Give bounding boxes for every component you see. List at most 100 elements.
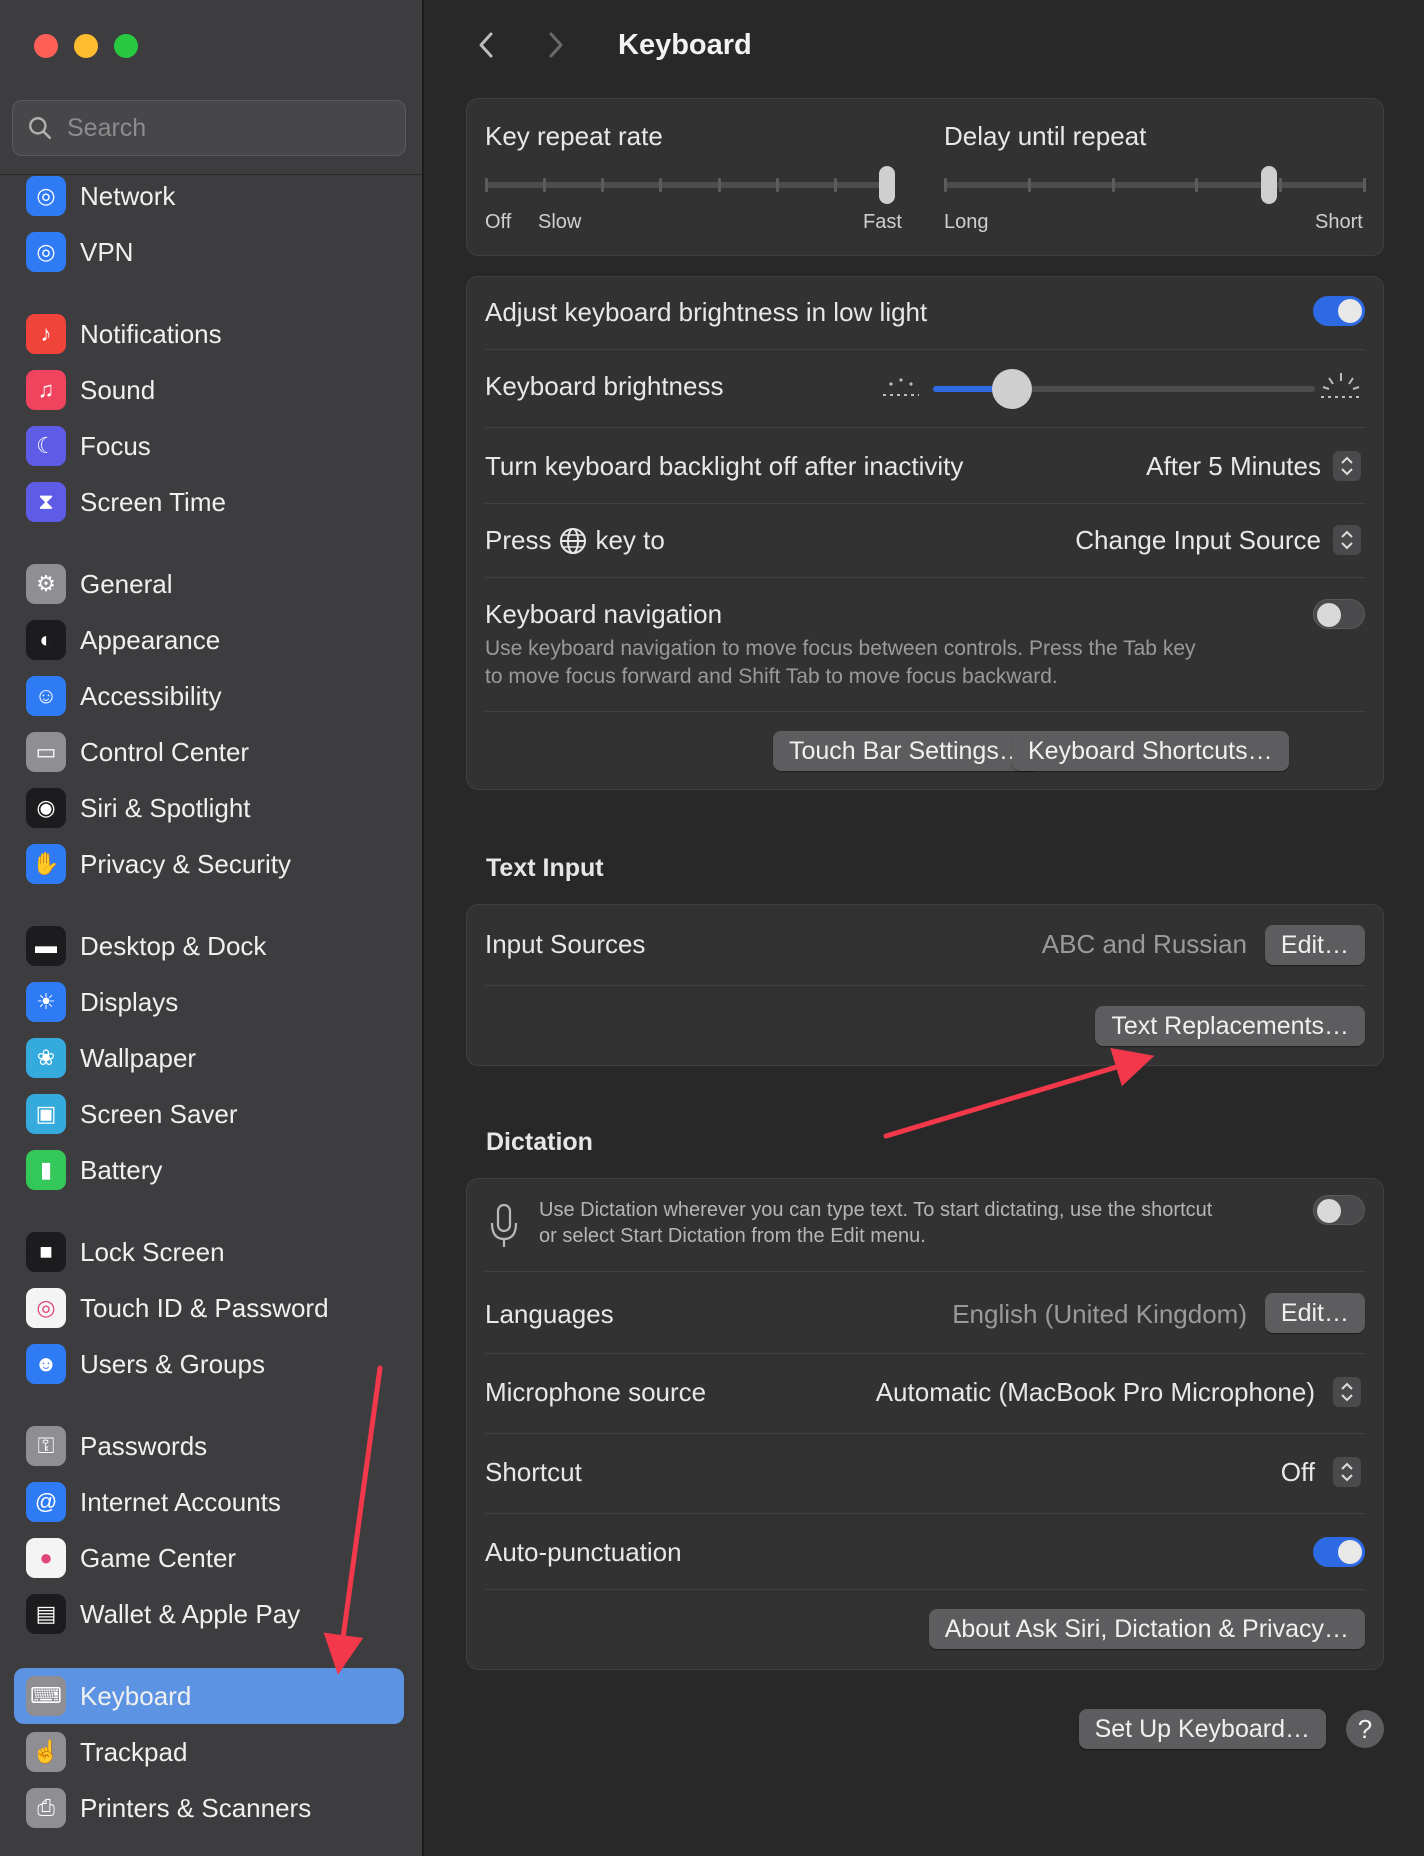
sidebar-item-focus[interactable]: ☾ Focus	[14, 418, 404, 474]
sidebar-item-label: Privacy & Security	[80, 848, 291, 879]
hourglass-icon: ⧗	[26, 482, 66, 522]
keyboard-brightness-thumb[interactable]	[992, 369, 1033, 409]
dictation-toggle[interactable]	[1313, 1195, 1365, 1225]
key-repeat-card: Key repeat rate Delay until repeat Off S…	[466, 98, 1384, 256]
sidebar-item-battery[interactable]: ▮ Battery	[14, 1142, 404, 1198]
sidebar-item-internet-accounts[interactable]: @ Internet Accounts	[14, 1474, 404, 1530]
sidebar-item-label: Control Center	[80, 736, 250, 767]
up-down-chevron-icon	[1341, 1462, 1353, 1482]
sidebar-item-label: Printers & Scanners	[80, 1792, 312, 1823]
sidebar-item-wallpaper[interactable]: ❀ Wallpaper	[14, 1030, 404, 1086]
keyboard-navigation-desc-1: Use keyboard navigation to move focus be…	[485, 637, 1196, 660]
text-replacements-button[interactable]: Text Replacements…	[1095, 1006, 1365, 1046]
languages-label: Languages	[485, 1299, 614, 1329]
sidebar-item-label: VPN	[80, 236, 134, 267]
keyboard-shortcuts-button[interactable]: Keyboard Shortcuts…	[1012, 731, 1289, 771]
slider-tick	[1111, 178, 1115, 192]
sidebar-search[interactable]	[12, 100, 406, 156]
shortcut-value[interactable]: Off	[1281, 1457, 1315, 1488]
sidebar-item-passwords[interactable]: ⚿ Passwords	[14, 1418, 404, 1474]
slider-tick	[1027, 178, 1031, 192]
slider-tick	[775, 178, 779, 192]
delay-long-label: Long	[944, 211, 989, 233]
adjust-brightness-toggle[interactable]	[1313, 296, 1365, 326]
sidebar-item-sound[interactable]: ♫ Sound	[14, 362, 404, 418]
inactivity-stepper[interactable]	[1333, 451, 1361, 481]
close-window-button[interactable]	[34, 34, 58, 58]
sidebar-item-label: Appearance	[80, 624, 221, 655]
chevron-right-icon	[549, 32, 563, 58]
sidebar-item-label: Wallpaper	[80, 1042, 197, 1073]
languages-edit-button[interactable]: Edit…	[1264, 1293, 1365, 1333]
press-key-stepper[interactable]	[1333, 525, 1361, 555]
key-repeat-slider[interactable]	[485, 165, 895, 205]
sidebar-item-accessibility[interactable]: ☺ Accessibility	[14, 668, 404, 724]
screensaver-icon: ▣	[26, 1094, 66, 1134]
battery-icon: ▮	[26, 1150, 66, 1190]
backlight-inactivity-label: Turn keyboard backlight off after inacti…	[485, 451, 964, 481]
forward-button[interactable]	[536, 25, 576, 65]
auto-punctuation-toggle[interactable]	[1313, 1537, 1365, 1567]
delay-repeat-thumb[interactable]	[1260, 166, 1277, 204]
sidebar-item-privacy-security[interactable]: ✋ Privacy & Security	[14, 836, 404, 892]
sidebar-item-desktop-dock[interactable]: ▬ Desktop & Dock	[14, 918, 404, 974]
key-repeat-thumb[interactable]	[879, 166, 895, 204]
sidebar-item-general[interactable]: ⚙ General	[14, 556, 404, 612]
sidebar-item-displays[interactable]: ☀ Displays	[14, 974, 404, 1030]
microphone-source-value[interactable]: Automatic (MacBook Pro Microphone)	[876, 1377, 1315, 1408]
sidebar-item-label: Battery	[80, 1154, 163, 1185]
about-siri-dictation-privacy-button[interactable]: About Ask Siri, Dictation & Privacy…	[928, 1609, 1365, 1649]
sidebar-item-screen-saver[interactable]: ▣ Screen Saver	[14, 1086, 404, 1142]
delay-repeat-slider[interactable]	[944, 165, 1366, 205]
sidebar-item-printers-scanners[interactable]: ⎙ Printers & Scanners	[14, 1780, 404, 1836]
up-down-chevron-icon	[1341, 1382, 1353, 1402]
globe-icon: ◎	[26, 232, 66, 272]
fingerprint-icon: ◎	[26, 1288, 66, 1328]
sidebar-item-touch-id-password[interactable]: ◎ Touch ID & Password	[14, 1280, 404, 1336]
minimize-window-button[interactable]	[74, 34, 98, 58]
backlight-inactivity-value[interactable]: After 5 Minutes	[1146, 451, 1321, 482]
chevron-left-icon	[479, 32, 493, 58]
auto-punctuation-label: Auto-punctuation	[485, 1537, 682, 1567]
sidebar-item-control-center[interactable]: ▭ Control Center	[14, 724, 404, 780]
sidebar-item-keyboard[interactable]: ⌨ Keyboard	[14, 1668, 404, 1724]
microphone-source-stepper[interactable]	[1333, 1377, 1361, 1407]
keyboard-brightness-label: Keyboard brightness	[485, 371, 724, 401]
sidebar-item-label: Accessibility	[80, 680, 222, 711]
sidebar-item-trackpad[interactable]: ☝ Trackpad	[14, 1724, 404, 1780]
sidebar-item-appearance[interactable]: ◐ Appearance	[14, 612, 404, 668]
bell-icon: ♪	[26, 314, 66, 354]
zoom-window-button[interactable]	[114, 34, 138, 58]
sidebar-item-game-center[interactable]: ● Game Center	[14, 1530, 404, 1586]
sidebar-item-wallet-apple-pay[interactable]: ▤ Wallet & Apple Pay	[14, 1586, 404, 1642]
lock-icon: ■	[26, 1232, 66, 1272]
help-button[interactable]: ?	[1346, 1710, 1384, 1748]
sidebar-item-label: Siri & Spotlight	[80, 792, 251, 823]
sidebar-item-notifications[interactable]: ♪ Notifications	[14, 306, 404, 362]
sidebar-item-screen-time[interactable]: ⧗ Screen Time	[14, 474, 404, 530]
at-icon: @	[26, 1482, 66, 1522]
shortcut-stepper[interactable]	[1333, 1457, 1361, 1487]
back-button[interactable]	[466, 25, 506, 65]
sidebar-item-siri-spotlight[interactable]: ◉ Siri & Spotlight	[14, 780, 404, 836]
input-sources-edit-button[interactable]: Edit…	[1264, 925, 1365, 965]
sidebar-item-label: Passwords	[80, 1430, 208, 1461]
set-up-keyboard-button[interactable]: Set Up Keyboard…	[1078, 1709, 1326, 1749]
keyboard-navigation-toggle[interactable]	[1313, 599, 1365, 629]
slider-tick	[1195, 178, 1199, 192]
sidebar-item-label: Trackpad	[80, 1736, 188, 1767]
sidebar-item-lock-screen[interactable]: ■ Lock Screen	[14, 1224, 404, 1280]
sidebar-item-vpn[interactable]: ◎ VPN	[14, 224, 404, 280]
search-input[interactable]	[67, 113, 387, 143]
sidebar-item-network[interactable]: ◎ Network	[14, 168, 404, 224]
press-key-value[interactable]: Change Input Source	[1075, 525, 1321, 556]
sidebar-item-label: Internet Accounts	[80, 1486, 281, 1517]
dock-icon: ▬	[26, 926, 66, 966]
text-input-card: Input Sources ABC and Russian Edit… Text…	[466, 904, 1384, 1066]
sidebar-item-users-groups[interactable]: ☻ Users & Groups	[14, 1336, 404, 1392]
sidebar-item-label: Screen Time	[80, 486, 226, 517]
keyboard-brightness-slider[interactable]	[933, 369, 1315, 409]
touch-bar-settings-button[interactable]: Touch Bar Settings…	[773, 731, 1040, 771]
keyboard-navigation-desc-2: to move focus forward and Shift Tab to m…	[485, 665, 1058, 688]
microphone-icon	[490, 1203, 518, 1247]
